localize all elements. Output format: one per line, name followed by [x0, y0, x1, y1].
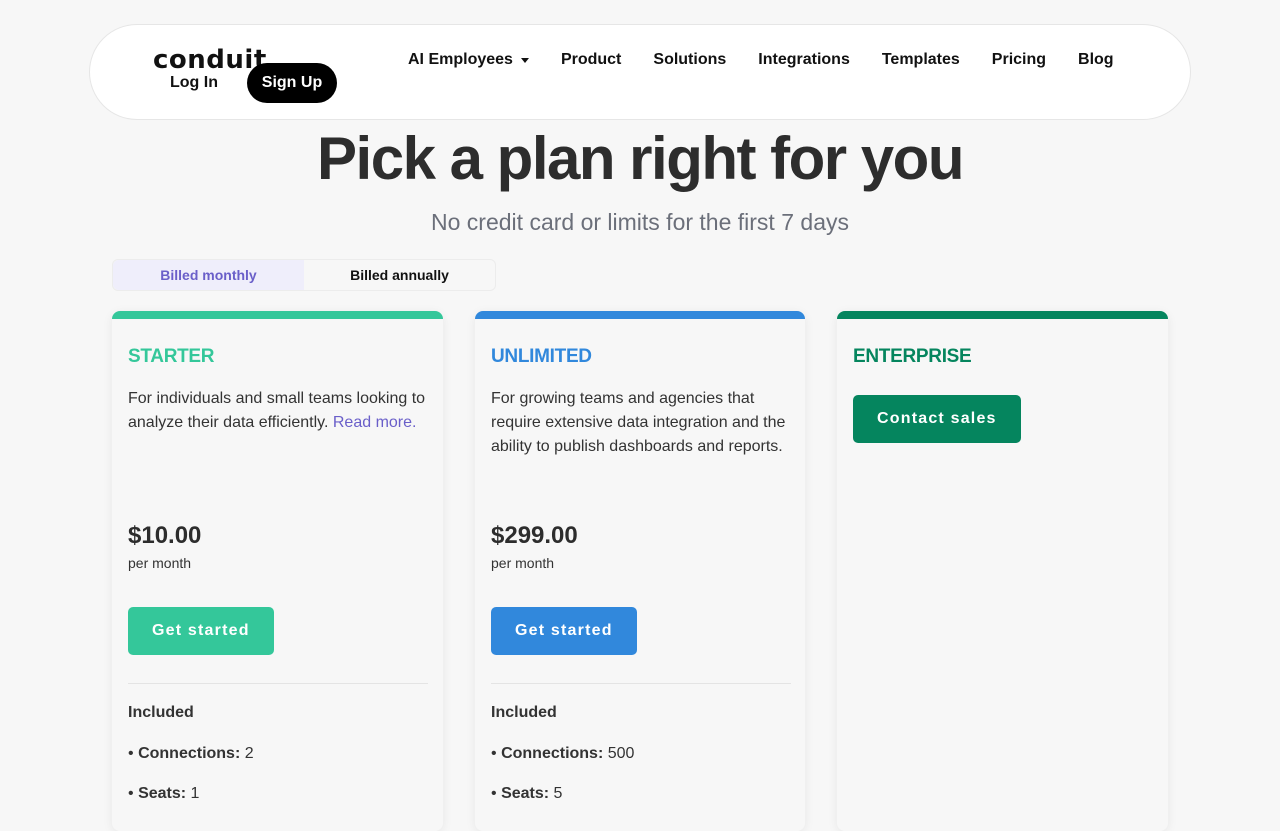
bullet: • [491, 745, 497, 762]
menu-item-solutions[interactable]: Solutions [653, 51, 726, 69]
feature-item: • Seats: 5 [491, 785, 562, 803]
feature-separator: : [234, 745, 241, 762]
menu-item-label: Product [560, 51, 622, 68]
feature-separator: : [543, 785, 550, 802]
feature-item: • Seats: 1 [128, 785, 199, 803]
chevron-down-icon [520, 57, 529, 63]
feature-item: • Connections: 500 [491, 745, 634, 763]
menu-item-label: AI Employees [408, 51, 513, 68]
login-link[interactable]: Log In [170, 74, 218, 92]
plan-name: UNLIMITED [491, 346, 592, 367]
plan-description: For growing teams and agencies that requ… [491, 390, 786, 455]
get-started-button[interactable]: Get started [128, 607, 274, 655]
plan-name: ENTERPRISE [853, 346, 972, 367]
feature-value: 5 [553, 785, 563, 802]
menu-item-label: Blog [1078, 51, 1114, 68]
menu-item-integrations[interactable]: Integrations [758, 51, 850, 69]
included-heading: Included [491, 704, 557, 721]
menu-item-ai-employees[interactable]: AI Employees [408, 51, 529, 69]
plan-period: per month [491, 555, 555, 571]
page-title: Pick a plan right for you [317, 125, 964, 192]
plan-name: STARTER [128, 346, 215, 367]
menu-item-label: Pricing [991, 51, 1047, 68]
plan-card-unlimited: UNLIMITED For growing teams and agencies… [475, 311, 805, 831]
bullet: • [128, 745, 134, 762]
feature-separator: : [597, 745, 604, 762]
billed-annually-option[interactable]: Billed annually [304, 260, 495, 290]
divider [491, 683, 791, 684]
feature-name: Connections [138, 745, 235, 762]
contact-sales-button[interactable]: Contact sales [853, 395, 1021, 443]
menu-item-label: Templates [881, 51, 960, 68]
feature-name: Seats [138, 785, 181, 802]
feature-name: Connections [501, 745, 598, 762]
plan-card-starter: STARTER For individuals and small teams … [112, 311, 443, 831]
plan-price: $10.00 [128, 522, 202, 549]
plan-color-bar [837, 311, 1168, 319]
feature-value: 500 [607, 745, 635, 762]
feature-value: 1 [190, 785, 200, 802]
plan-color-bar [475, 311, 805, 319]
get-started-button[interactable]: Get started [491, 607, 637, 655]
plan-price: $299.00 [491, 522, 578, 549]
signup-button[interactable]: Sign Up [247, 63, 337, 103]
main-menu: AI Employees Product Solutions Integrati… [408, 51, 1114, 69]
plan-color-bar [112, 311, 443, 319]
menu-item-product[interactable]: Product [561, 51, 621, 69]
billed-monthly-option[interactable]: Billed monthly [113, 260, 304, 290]
billing-toggle: Billed monthly Billed annually [112, 259, 496, 291]
plan-description: For individuals and small teams looking … [128, 387, 428, 435]
page-subtitle: No credit card or limits for the first 7… [431, 209, 849, 235]
read-more-link[interactable]: Read more. [333, 414, 417, 431]
menu-item-label: Integrations [758, 51, 850, 68]
plan-period: per month [128, 555, 192, 571]
menu-item-label: Solutions [653, 51, 727, 68]
feature-name: Seats [501, 785, 544, 802]
feature-item: • Connections: 2 [128, 745, 254, 763]
menu-item-templates[interactable]: Templates [882, 51, 960, 69]
menu-item-pricing[interactable]: Pricing [992, 51, 1046, 69]
bullet: • [128, 785, 134, 802]
feature-value: 2 [244, 745, 254, 762]
divider [128, 683, 428, 684]
menu-item-blog[interactable]: Blog [1078, 51, 1114, 69]
plan-card-enterprise: ENTERPRISE Contact sales [837, 311, 1168, 831]
feature-separator: : [180, 785, 187, 802]
included-heading: Included [128, 704, 194, 721]
bullet: • [491, 785, 497, 802]
top-navigation: conduit Log In Sign Up AI Employees Prod… [89, 24, 1191, 120]
